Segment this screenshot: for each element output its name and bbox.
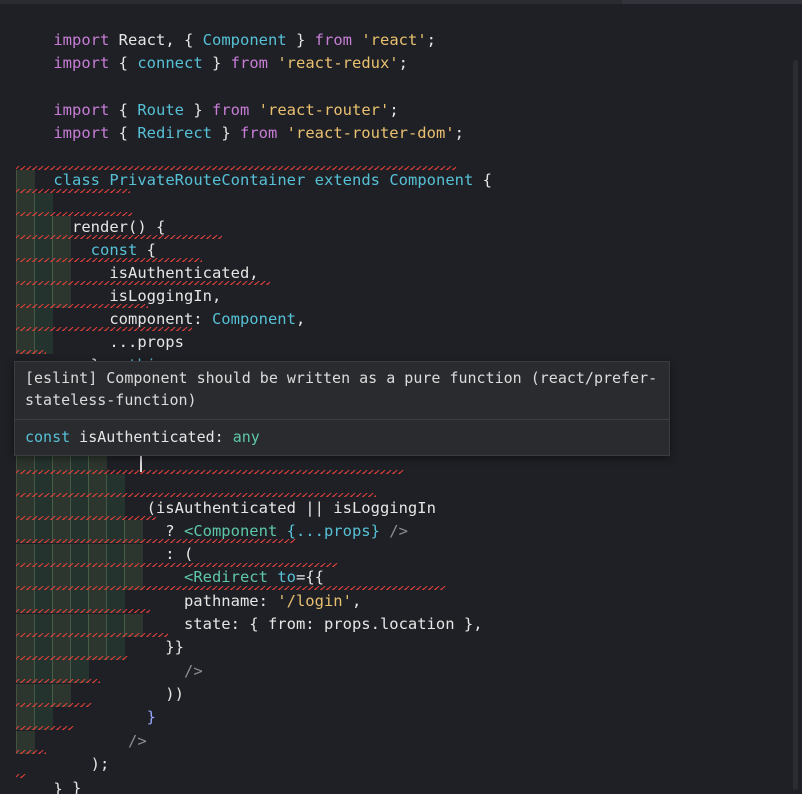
type-signature: const isAuthenticated: any [25,428,260,446]
code-line-4[interactable]: import { Route } from 'react-router'; [16,76,398,119]
lint-error-underline [16,493,376,497]
lint-error-underline [16,726,74,730]
lint-error-underline [16,750,46,754]
lint-error-underline [16,235,222,239]
code-line-1[interactable]: import React, { Component } from 'react'… [16,6,436,49]
lint-error-underline [16,212,132,216]
vertical-scrollbar[interactable] [793,60,798,790]
hover-tooltip: [eslint] Component should be written as … [14,361,670,456]
eslint-message: [eslint] Component should be written as … [15,362,669,420]
lint-error-underline [16,703,92,707]
lint-error-underline [16,281,270,285]
lint-error-underline [16,609,150,613]
lint-error-underline [16,633,168,637]
lint-error-underline [16,327,192,331]
lint-error-underline [16,516,156,520]
lint-error-underline [16,470,404,474]
lint-error-underline [16,656,128,660]
lint-error-underline [16,189,130,193]
lint-error-underline [16,350,46,354]
lint-error-underline [16,258,202,262]
lint-error-underline [16,563,338,567]
lint-error-underline [16,774,26,778]
code-editor[interactable]: import React, { Component } from 'react'… [0,0,802,794]
lint-error-underline [16,586,446,590]
lint-error-underline [16,679,100,683]
tab-strip [0,0,802,4]
lint-error-underline [16,539,296,543]
lint-error-underline [16,304,148,308]
lint-error-underline [16,166,456,170]
text-cursor [140,454,142,472]
